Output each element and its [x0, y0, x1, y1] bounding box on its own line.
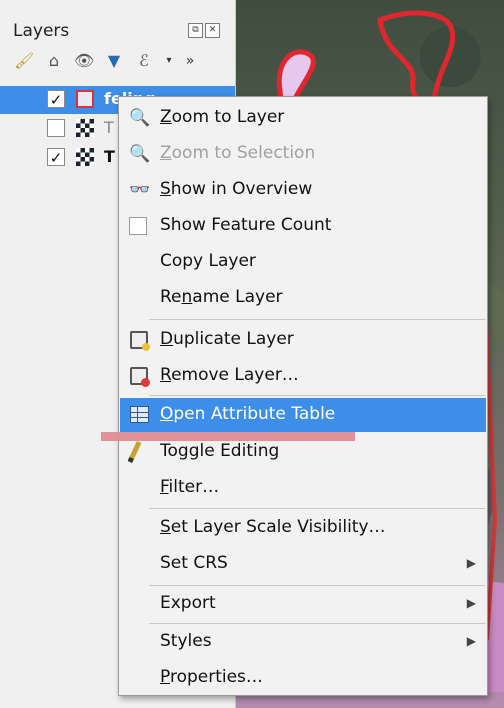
menu-item-export[interactable]: Export ▶ — [120, 587, 486, 621]
more-tools-icon[interactable]: » — [184, 51, 196, 71]
remove-layer-icon — [130, 367, 150, 387]
menu-separator — [149, 319, 485, 320]
duplicate-layer-icon — [130, 331, 150, 351]
layer-context-menu: 🔍 Zoom to Layer 🔍 Zoom to Selection 👓 Sh… — [118, 96, 488, 696]
menu-separator — [149, 395, 485, 396]
filter-legend-icon[interactable]: ▼ — [104, 51, 124, 71]
feature-count-checkbox-icon[interactable] — [129, 217, 147, 235]
menu-item-set-scale-visibility[interactable]: Set Layer Scale Visibility… — [120, 511, 486, 545]
menu-item-zoom-to-selection[interactable]: 🔍 Zoom to Selection — [120, 137, 486, 171]
menu-separator — [149, 508, 485, 509]
layers-toolbar: 🖌 ⌂ 👁 ▼ ℰ ▾ » — [14, 51, 196, 71]
menu-item-remove-layer[interactable]: Remove Layer… — [120, 359, 486, 393]
overview-glasses-icon: 👓 — [129, 180, 151, 200]
annotation-highlight-line — [101, 432, 355, 441]
undock-icon[interactable]: ⧉ — [188, 23, 203, 38]
submenu-arrow-icon: ▶ — [466, 634, 476, 648]
pencil-icon — [127, 440, 142, 464]
layer-visibility-checkbox[interactable]: ✓ — [47, 90, 65, 109]
menu-item-properties[interactable]: Properties… — [120, 661, 486, 695]
zoom-icon: 🔍 — [129, 108, 151, 128]
layer-visibility-checkbox[interactable] — [47, 119, 65, 137]
panel-title: Layers — [13, 21, 70, 41]
close-icon[interactable]: ✕ — [205, 23, 220, 38]
menu-item-open-attribute-table[interactable]: Open Attribute Table — [120, 398, 486, 432]
menu-separator — [149, 623, 485, 624]
expression-filter-icon[interactable]: ℰ — [134, 51, 154, 71]
zoom-selection-icon: 🔍 — [129, 144, 151, 164]
submenu-arrow-icon: ▶ — [466, 596, 476, 610]
attribute-table-icon — [130, 406, 149, 423]
submenu-arrow-icon: ▶ — [466, 556, 476, 570]
dropdown-arrow-icon[interactable]: ▾ — [164, 51, 174, 71]
menu-item-set-crs[interactable]: Set CRS ▶ — [120, 547, 486, 581]
menu-item-rename-layer[interactable]: Rename Layer — [120, 281, 486, 315]
menu-item-show-in-overview[interactable]: 👓 Show in Overview — [120, 173, 486, 207]
layer-name: T — [104, 118, 114, 137]
raster-layer-icon — [76, 119, 94, 137]
polygon-layer-icon — [76, 90, 94, 108]
menu-item-duplicate-layer[interactable]: Duplicate Layer — [120, 323, 486, 357]
menu-item-styles[interactable]: Styles ▶ — [120, 625, 486, 659]
menu-item-filter[interactable]: Filter… — [120, 471, 486, 505]
menu-item-copy-layer[interactable]: Copy Layer — [120, 245, 486, 279]
menu-separator — [149, 585, 485, 586]
style-manager-icon[interactable]: 🖌 — [14, 51, 34, 71]
menu-item-zoom-to-layer[interactable]: 🔍 Zoom to Layer — [120, 101, 486, 135]
raster-layer-icon — [76, 148, 94, 166]
layer-visibility-checkbox[interactable]: ✓ — [47, 148, 65, 167]
visibility-eye-icon[interactable]: 👁 — [74, 51, 94, 71]
layer-name: T — [104, 147, 115, 166]
add-group-icon[interactable]: ⌂ — [44, 51, 64, 71]
menu-item-show-feature-count[interactable]: Show Feature Count — [120, 209, 486, 243]
